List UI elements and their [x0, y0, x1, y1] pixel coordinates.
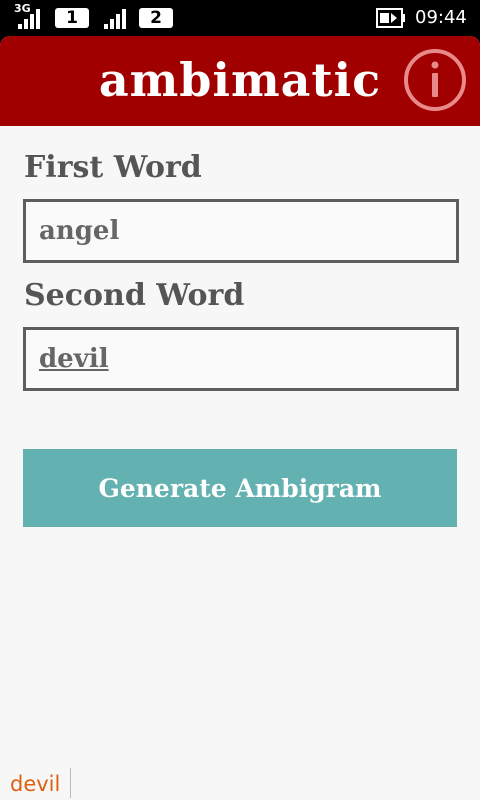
- second-word-label: Second Word: [24, 278, 245, 313]
- clock: 09:44: [415, 7, 467, 28]
- sim1-badge: 1: [55, 8, 89, 28]
- info-icon[interactable]: [403, 48, 467, 112]
- first-word-label: First Word: [24, 150, 202, 185]
- app-header: ambimatic: [0, 36, 480, 126]
- phone-screen: 3G 1 2 09:44 ambimatic First Word Sec: [0, 0, 480, 800]
- battery-charging-icon: [376, 8, 405, 28]
- bottom-tray: devil: [0, 764, 480, 800]
- tray-word-label[interactable]: devil: [10, 770, 60, 798]
- tray-divider: [70, 768, 71, 798]
- sim2-badge: 2: [139, 8, 173, 28]
- generate-ambigram-button[interactable]: Generate Ambigram: [23, 449, 457, 527]
- first-word-input[interactable]: [23, 199, 459, 263]
- status-bar: 3G 1 2 09:44: [0, 0, 480, 36]
- app-window: ambimatic First Word Second Word Generat…: [0, 36, 480, 800]
- signal-bars-icon: [104, 9, 126, 29]
- second-word-input[interactable]: [23, 327, 459, 391]
- signal-bars-icon: [18, 9, 40, 29]
